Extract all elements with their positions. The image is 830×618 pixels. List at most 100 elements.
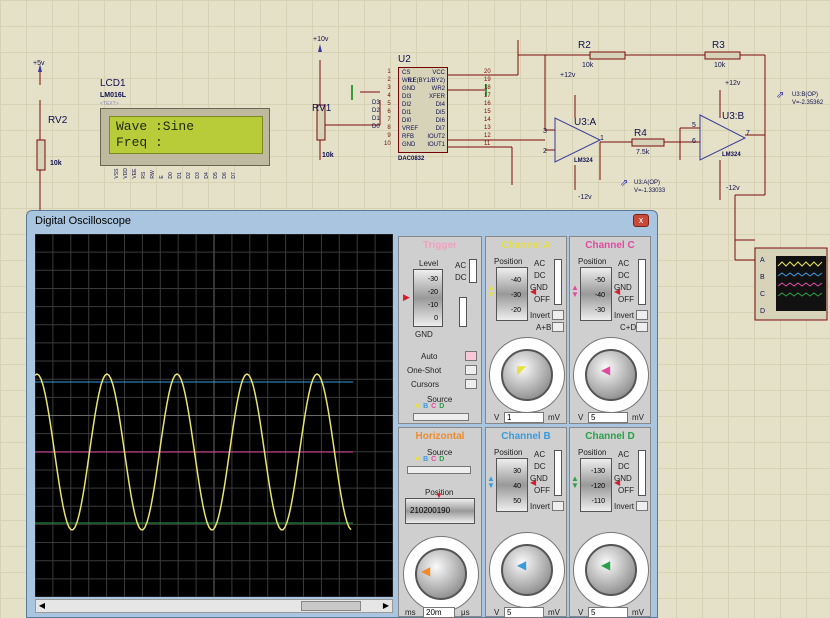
lcd-screen: Wave :Sine Freq : [109, 116, 263, 154]
channel-b-coupling-dc: DC [534, 462, 546, 471]
trigger-source-c[interactable]: C [431, 403, 439, 410]
channel-c-volts-knob[interactable]: ◀ [585, 349, 637, 401]
close-button[interactable]: x [633, 214, 649, 227]
probe-a-icon[interactable]: ⇗ [620, 178, 628, 189]
trigger-source-a[interactable]: A [415, 403, 423, 410]
probe-b-name: U3:B(OP) [792, 92, 819, 98]
channel-d-coupling-switch[interactable] [638, 450, 646, 496]
u2-pin-label: WR2 [431, 86, 445, 92]
channel-b-panel: Channel B Position 30 40 50 ▲ ▼ ◀ AC DC GND OFF Inve… [485, 427, 567, 618]
channel-d-unit-mv: mV [632, 608, 644, 617]
channel-d-position-scale[interactable]: -130 -120 -110 [580, 458, 612, 512]
channel-d-volts-value[interactable]: 5 [588, 607, 628, 618]
trigger-coupling-switch[interactable] [469, 259, 477, 283]
u2-pin-label: XFER [428, 94, 445, 100]
trigger-auto-button[interactable] [465, 351, 477, 361]
channel-c-scale-tick: -40 [594, 292, 605, 299]
channel-b-volts-knob[interactable]: ◀ [501, 544, 553, 596]
r2-ref: R2 [578, 40, 591, 51]
channel-b-position-scale[interactable]: 30 40 50 [496, 458, 528, 512]
channel-d-volts-knob[interactable]: ◀ [585, 544, 637, 596]
channel-b-option-button[interactable] [552, 501, 564, 511]
channel-b-unit-v: V [494, 608, 500, 617]
u2-pin-label: IOUT1 [427, 142, 445, 148]
trigger-scale-tick: 0 [434, 315, 438, 322]
channel-d-option-button[interactable] [636, 501, 648, 511]
scope-display[interactable] [34, 233, 394, 598]
supply-neg12v-u3b: -12v [726, 185, 740, 192]
scroll-left-icon[interactable]: ◀ [36, 600, 48, 612]
horizontal-position-scale[interactable]: 210200190 [405, 498, 475, 524]
channel-a-coupling-switch[interactable] [554, 259, 562, 305]
horizontal-source-a[interactable]: A [415, 456, 423, 463]
horizontal-scrollbar[interactable]: ◀ ▶ [35, 599, 393, 613]
channel-a-option-button[interactable] [552, 310, 564, 320]
trigger-level-label: Level [419, 259, 439, 268]
trigger-edge-switch[interactable] [459, 297, 467, 327]
rv1-ref: RV1 [312, 103, 332, 114]
channel-c-option-button[interactable] [636, 322, 648, 332]
channel-c-knob-pointer-icon: ◀ [601, 363, 611, 377]
scope-pin-label: A [760, 257, 765, 264]
channel-a-unit-mv: mV [548, 413, 560, 422]
channel-a-position-label: Position [494, 257, 523, 266]
lcd-pin-label: VSS [114, 168, 120, 179]
channel-a-volts-knob[interactable]: ◤ [501, 349, 553, 401]
timebase-knob[interactable]: ◀ [415, 548, 467, 600]
u2-port-label: D1 [372, 116, 380, 122]
u2-pin-number: 2 [387, 77, 391, 83]
horizontal-source-slider[interactable] [407, 466, 471, 474]
u2-pin-number: 11 [484, 141, 491, 147]
horizontal-source-options[interactable]: ABCD [415, 456, 447, 463]
channel-b-coupling-switch[interactable] [554, 450, 562, 496]
trigger-source-slider[interactable] [413, 413, 469, 421]
channel-a-option-a-plus-b: A+B [536, 323, 552, 332]
channel-d-unit-v: V [578, 608, 584, 617]
horizontal-source-b[interactable]: B [423, 456, 431, 463]
horizontal-source-c[interactable]: C [431, 456, 439, 463]
u2-pin-numbers-right: 20 19 18 17 16 15 14 13 12 11 [484, 68, 491, 148]
channel-c-heading: Channel C [585, 240, 635, 251]
channel-c-option-invert: Invert [614, 311, 635, 320]
trigger-source-d[interactable]: D [439, 403, 447, 410]
supply-12v-u3b: +12v [725, 80, 741, 87]
trigger-level-scale[interactable]: -30 -20 -10 0 [413, 269, 443, 327]
channel-a-option-button[interactable] [552, 322, 564, 332]
channel-b-option-invert: Invert [530, 502, 551, 511]
r3-ref: R3 [712, 40, 725, 51]
r4-ref: R4 [634, 128, 647, 139]
channel-b-scale-labels: 30 40 50 [501, 464, 521, 509]
channel-c-position-arrows-icon: ▲ ▼ [571, 283, 579, 299]
probe-b-icon[interactable]: ⇗ [776, 90, 784, 101]
probe-a-name: U3:A(OP) [634, 180, 661, 186]
scroll-right-icon[interactable]: ▶ [380, 600, 392, 612]
channel-c-position-scale[interactable]: -50 -40 -30 [580, 267, 612, 321]
channel-c-volts-value[interactable]: 5 [588, 412, 628, 423]
horizontal-source-d[interactable]: D [439, 456, 447, 463]
trigger-source-options[interactable]: ABCD [415, 403, 447, 410]
u2-pin-number: 10 [384, 141, 391, 147]
lcd-display[interactable]: Wave :Sine Freq : [100, 108, 270, 166]
channel-c-coupling-switch[interactable] [638, 259, 646, 305]
horizontal-panel: Horizontal Source ABCD Position 21020019… [398, 427, 482, 618]
timebase-value[interactable]: 20m [423, 607, 455, 618]
u2-pin-label: DI5 [435, 110, 445, 116]
channel-a-position-scale[interactable]: -40 -30 -20 [496, 267, 528, 321]
channel-b-scale-tick: 40 [513, 483, 521, 490]
trigger-cursors-button[interactable] [465, 379, 477, 389]
channel-d-coupling-dc: DC [618, 462, 630, 471]
oscilloscope-window[interactable]: Digital Oscilloscope x ◀ ▶ Trigger Level… [26, 210, 658, 618]
channel-b-heading: Channel B [501, 431, 551, 442]
horizontal-scale-tick: 190 [436, 506, 451, 515]
lcd-pin-label: D0 [168, 172, 174, 179]
horizontal-scale-tick: 210 [410, 506, 424, 515]
channel-a-volts-value[interactable]: 1 [504, 412, 544, 423]
horizontal-scale-labels: 210200190 [410, 506, 450, 515]
channel-b-volts-value[interactable]: 5 [504, 607, 544, 618]
trigger-oneshot-button[interactable] [465, 365, 477, 375]
channel-c-option-button[interactable] [636, 310, 648, 320]
trigger-source-b[interactable]: B [423, 403, 431, 410]
dac0832-chip[interactable]: CS WR1 GND DI3 DI2 DI1 DI0 VREF RFB GND VCC ILE(BY… [398, 67, 448, 153]
scroll-thumb[interactable] [301, 601, 361, 611]
channel-b-coupling-off: OFF [534, 486, 550, 495]
